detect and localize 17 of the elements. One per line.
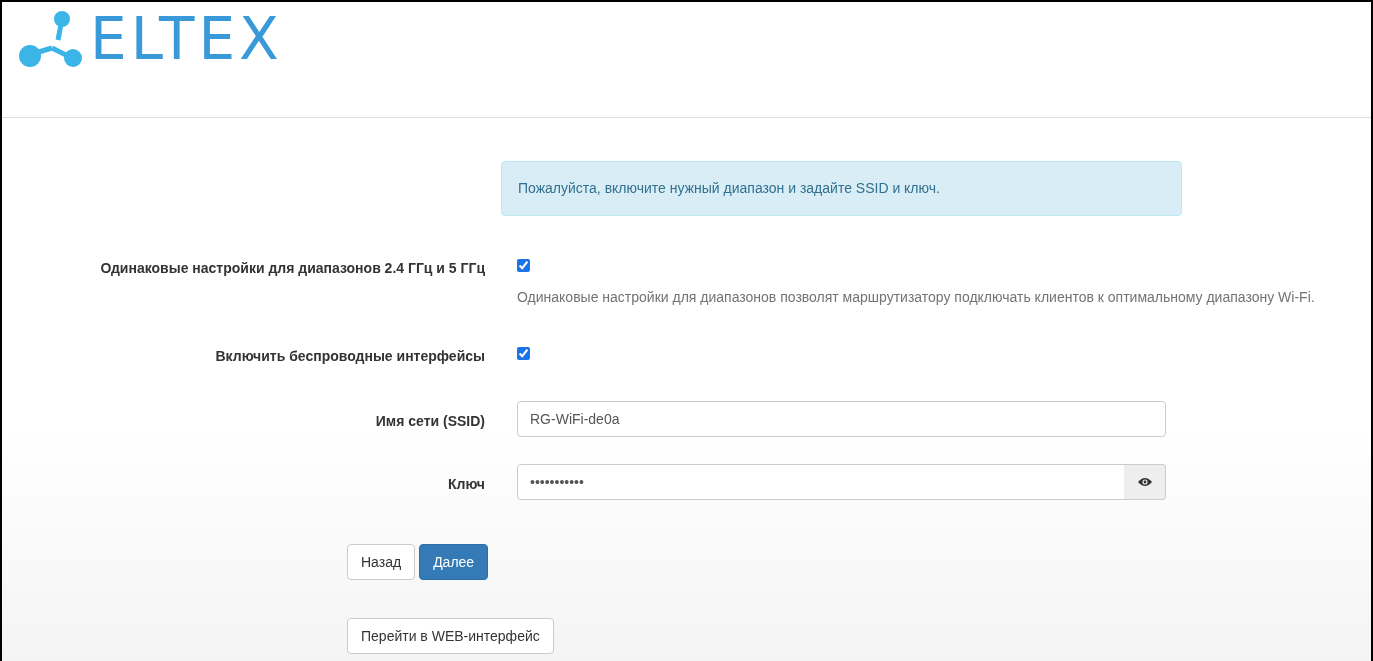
field-label: Включить беспроводные интерфейсы <box>215 347 485 366</box>
password-field[interactable]: ••••••••••• <box>517 464 1125 500</box>
web-interface-button[interactable]: Перейти в WEB-интерфейс <box>347 618 554 654</box>
ssid-field[interactable]: RG-WiFi-de0a <box>517 401 1166 437</box>
info-alert: Пожалуйста, включите нужный диапазон и задайте SSID и ключ. <box>501 161 1182 216</box>
back-button[interactable]: Назад <box>347 544 416 580</box>
show-password-button[interactable] <box>1124 464 1166 500</box>
field-label: Ключ <box>448 475 485 494</box>
eye-icon <box>1137 477 1152 487</box>
help-text: Одинаковые настройки для диапазонов позволят маршрутизатору подключать клиентов к оптимальному диапазону Wi-Fi. <box>517 288 1315 307</box>
field-label: Одинаковые настройки для диапазонов 2.4 ГГц и 5 ГГц <box>100 259 485 278</box>
field-label: Имя сети (SSID) <box>375 412 485 431</box>
checkbox[interactable] <box>517 259 530 272</box>
next-button[interactable]: Далее <box>419 544 489 580</box>
logo-text: ELTEX <box>90 10 283 68</box>
checkbox[interactable] <box>517 347 530 360</box>
logo-icon <box>18 8 84 70</box>
